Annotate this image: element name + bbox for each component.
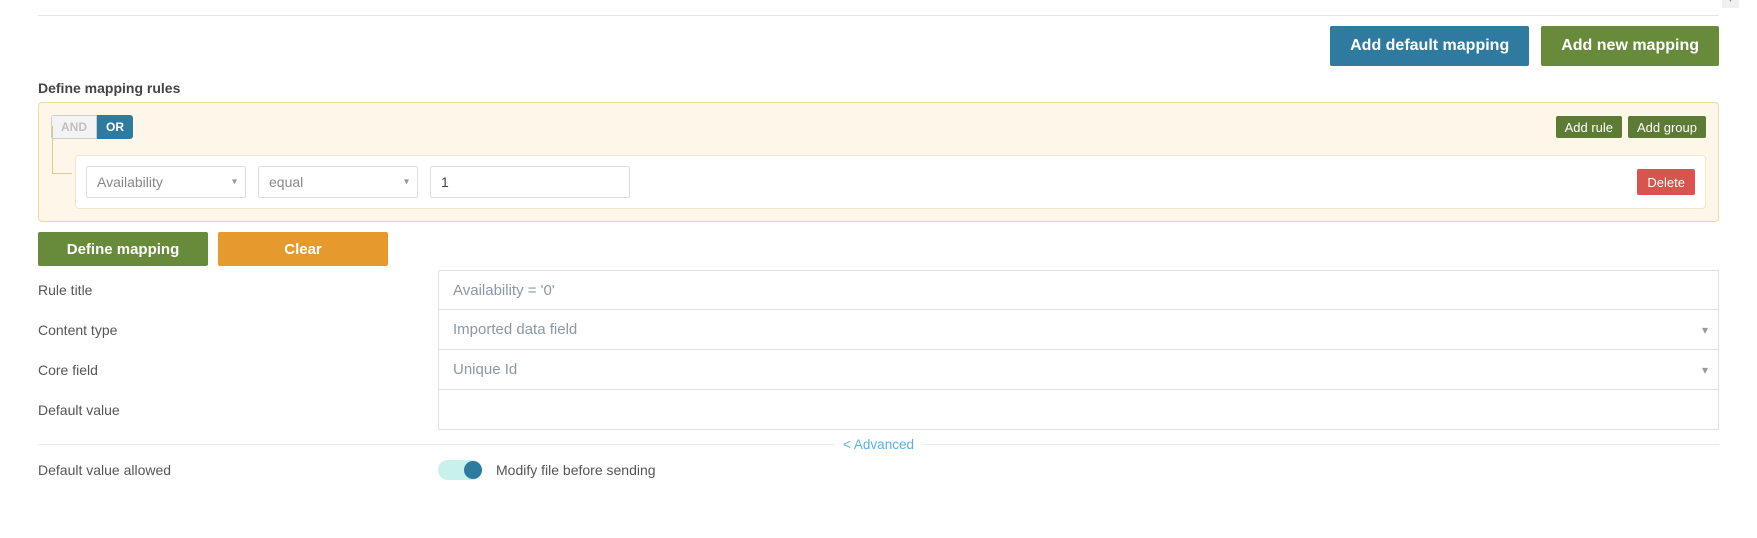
rules-group: AND OR Add rule Add group Availability ▾… [38,102,1719,222]
rule-title-value: Availability = '0' [453,282,555,299]
section-title: Define mapping rules [0,80,1757,96]
modify-file-toggle-label: Modify file before sending [496,462,656,478]
content-type-value: Imported data field [453,321,577,338]
add-rule-button[interactable]: Add rule [1556,116,1622,138]
default-value-input[interactable] [438,390,1719,430]
upper-panel: ▾ [38,0,1719,16]
tree-connector [52,126,72,174]
rule-title-input[interactable]: Availability = '0' [438,270,1719,310]
rule-operator-select[interactable]: equal ▾ [258,166,418,198]
rule-value-input-value: 1 [441,174,449,190]
chevron-down-icon: ▾ [232,177,237,188]
clear-button[interactable]: Clear [218,232,388,266]
content-type-select[interactable]: Imported data field [438,310,1719,350]
core-field-value: Unique Id [453,361,517,378]
rule-operator-select-value: equal [269,174,303,190]
scroll-down-icon[interactable]: ▾ [1722,0,1739,8]
content-type-label: Content type [38,312,438,348]
or-option[interactable]: OR [97,115,133,139]
add-group-button[interactable]: Add group [1628,116,1706,138]
rule-field-select[interactable]: Availability ▾ [86,166,246,198]
add-default-mapping-button[interactable]: Add default mapping [1330,26,1529,66]
chevron-down-icon: ▾ [404,177,409,188]
rule-title-label: Rule title [38,272,438,308]
core-field-select[interactable]: Unique Id [438,350,1719,390]
toggle-knob [464,461,482,479]
rule-value-input[interactable]: 1 [430,166,630,198]
add-new-mapping-button[interactable]: Add new mapping [1541,26,1719,66]
delete-rule-button[interactable]: Delete [1637,169,1695,195]
default-value-label: Default value [38,392,438,428]
core-field-label: Core field [38,352,438,388]
default-value-allowed-label: Default value allowed [38,462,438,478]
advanced-toggle-link[interactable]: < Advanced [835,437,922,452]
define-mapping-button[interactable]: Define mapping [38,232,208,266]
rule-field-select-value: Availability [97,174,163,190]
modify-file-toggle[interactable] [438,460,482,480]
rule-row: Availability ▾ equal ▾ 1 Delete [75,155,1706,209]
